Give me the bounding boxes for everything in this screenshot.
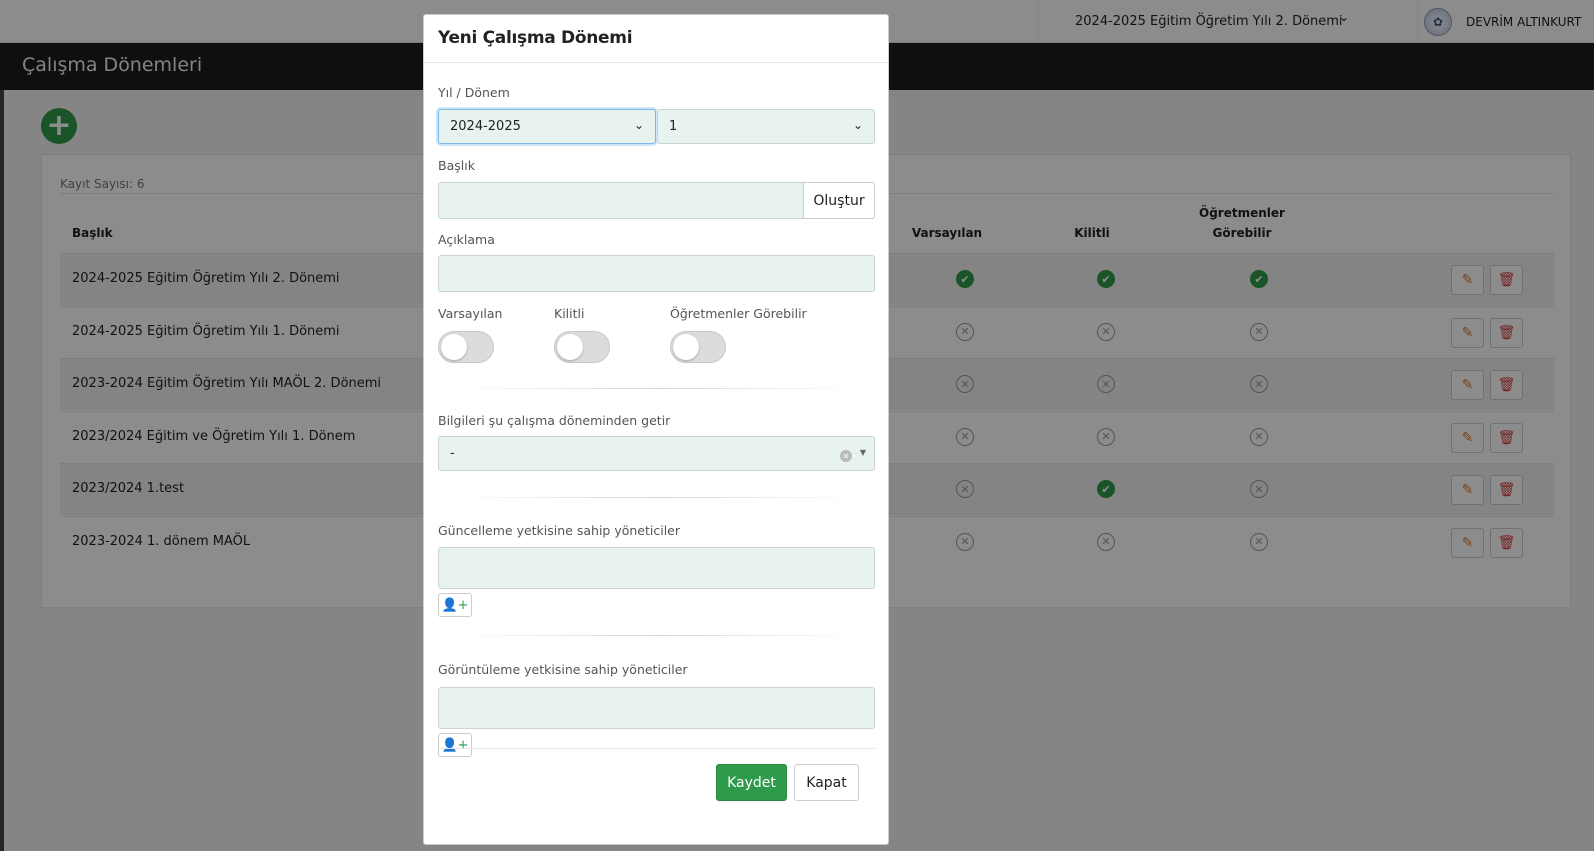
description-input[interactable]: [438, 255, 875, 292]
chevron-down-icon: ⌄: [633, 118, 644, 132]
generate-title-button[interactable]: Oluştur: [803, 182, 875, 219]
new-period-modal: Yeni Çalışma Dönemi Yıl / Dönem 2024-202…: [423, 14, 889, 845]
update-admins-label: Güncelleme yetkisine sahip yöneticiler: [438, 523, 680, 538]
modal-title: Yeni Çalışma Dönemi: [424, 15, 888, 63]
description-label: Açıklama: [438, 232, 495, 247]
title-input[interactable]: [438, 182, 804, 219]
update-admins-field[interactable]: [438, 547, 875, 589]
close-button[interactable]: Kapat: [794, 764, 859, 801]
locked-toggle[interactable]: [554, 331, 610, 363]
chevron-down-icon: ⌄: [852, 118, 863, 132]
year-select[interactable]: 2024-2025 ⌄: [438, 109, 656, 144]
copy-from-value: -: [450, 446, 455, 461]
year-term-label: Yıl / Dönem: [438, 85, 510, 100]
year-select-value: 2024-2025: [450, 119, 521, 134]
divider: [438, 748, 875, 749]
divider: [454, 497, 860, 498]
term-select-value: 1: [669, 119, 678, 134]
teachers-toggle[interactable]: [670, 331, 726, 363]
toggle-knob: [557, 334, 583, 360]
save-button[interactable]: Kaydet: [716, 764, 787, 801]
locked-toggle-label: Kilitli: [554, 306, 585, 321]
clear-icon[interactable]: ✕: [840, 450, 852, 462]
caret-down-icon: ▼: [859, 448, 866, 457]
default-toggle-label: Varsayılan: [438, 306, 503, 321]
copy-from-select[interactable]: - ✕ ▼: [438, 436, 875, 471]
add-update-admin-button[interactable]: 👤+: [438, 593, 472, 617]
divider: [454, 388, 860, 389]
view-admins-field[interactable]: [438, 687, 875, 729]
teachers-toggle-label: Öğretmenler Görebilir: [670, 306, 807, 321]
toggle-knob: [441, 334, 467, 360]
user-plus-icon: 👤+: [441, 737, 469, 753]
add-view-admin-button[interactable]: 👤+: [438, 733, 472, 757]
copy-from-label: Bilgileri şu çalışma döneminden getir: [438, 413, 671, 428]
divider: [454, 635, 860, 636]
view-admins-label: Görüntüleme yetkisine sahip yöneticiler: [438, 662, 688, 677]
toggle-knob: [673, 334, 699, 360]
default-toggle[interactable]: [438, 331, 494, 363]
title-label: Başlık: [438, 158, 475, 173]
term-select[interactable]: 1 ⌄: [657, 109, 875, 144]
user-plus-icon: 👤+: [441, 597, 469, 613]
